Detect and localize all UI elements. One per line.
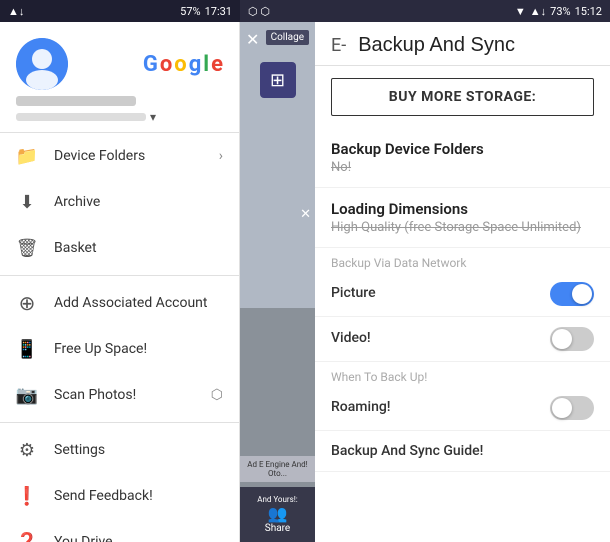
nav-item-archive[interactable]: ⬇ Archive (0, 179, 239, 225)
profile-name-area: ▾ (16, 96, 223, 124)
profile-name-bar (16, 96, 136, 106)
picture-label: Picture (331, 285, 376, 301)
right-nav-icons: ⬡ ⬡ (248, 5, 270, 18)
right-status-right: ▼ ▲↓ 73% 15:12 (515, 5, 602, 18)
add-account-icon: ⊕ (16, 292, 38, 314)
trash-icon: 🗑 (16, 237, 38, 259)
profile-email-row: ▾ (16, 110, 223, 124)
sidebar: G o o g l e ▾ (0, 22, 240, 542)
right-battery: 73% (550, 5, 570, 18)
share-label: Share (265, 523, 290, 534)
signal-icon: ▲↓ (8, 5, 24, 18)
ad-area: Ad E Engine And! Oto... (240, 456, 315, 482)
settings-icon: ⚙ (16, 439, 38, 461)
right-header: E- Backup And Sync (315, 22, 610, 66)
folder-icon: 📁 (16, 145, 38, 167)
archive-icon: ⬇ (16, 191, 38, 213)
nav-label-feedback: Send Feedback! (54, 488, 153, 504)
nav-divider-1 (0, 275, 239, 276)
nav-label-device-folders: Device Folders (54, 148, 145, 164)
nav-label-add-account: Add Associated Account (54, 295, 208, 311)
share-icon: 👥 (268, 504, 288, 523)
nav-label-drive: You Drive (54, 534, 113, 542)
google-logo: G o o g l e (143, 52, 223, 77)
avatar (16, 38, 68, 90)
share-preview-text: And Yours!: (257, 495, 298, 504)
phone-icon: 📱 (16, 338, 38, 360)
backup-via-network-header: Backup Via Data Network (315, 248, 610, 272)
right-panel: E- Backup And Sync BUY MORE STORAGE: Bac… (315, 22, 610, 542)
backup-device-section: Backup Device Folders No! (315, 128, 610, 188)
right-signal-icon: ▲↓ (530, 5, 546, 18)
picture-row: Picture (315, 272, 610, 317)
grid-icon: ⊞ (270, 70, 285, 91)
nav-item-basket[interactable]: 🗑 Basket (0, 225, 239, 271)
share-area: And Yours!: 👥 Share (240, 487, 315, 542)
nav-label-archive: Archive (54, 194, 100, 210)
right-panel-title: Backup And Sync (358, 34, 515, 57)
loading-dimensions-title: Loading Dimensions (331, 200, 594, 218)
buy-storage-button[interactable]: BUY MORE STORAGE: (331, 78, 594, 116)
left-time: 17:31 (205, 5, 232, 18)
ad-text: Ad E Engine And! Oto... (247, 460, 308, 478)
nav-item-scan-photos[interactable]: 📷 Scan Photos! ⬡ (0, 372, 239, 418)
left-status-left: ▲↓ (8, 5, 24, 18)
profile-area: G o o g l e ▾ (0, 22, 239, 133)
close-button-bottom[interactable]: ✕ (300, 207, 311, 222)
nav-label-settings: Settings (54, 442, 105, 458)
right-time: 15:12 (575, 5, 602, 18)
video-toggle-knob (552, 329, 572, 349)
collage-icon-box: ⊞ (260, 62, 296, 98)
left-battery: 57% (180, 5, 200, 18)
roaming-toggle-knob (552, 398, 572, 418)
loading-dimensions-value: High Quality (free Storage Space Unlimit… (331, 220, 594, 235)
nav-item-device-folders[interactable]: 📁 Device Folders › (0, 133, 239, 179)
center-panel: ⊞ ✕ Collage Ad E Engine And! Oto... ✕ An… (240, 22, 315, 542)
chevron-right-icon-folders: › (219, 148, 223, 164)
roaming-row: Roaming! (315, 386, 610, 431)
when-to-backup-header: When To Back Up! (315, 362, 610, 386)
help-icon: ❓ (16, 531, 38, 542)
video-row: Video! (315, 317, 610, 362)
profile-email-bar (16, 113, 146, 121)
nav-item-drive[interactable]: ❓ You Drive (0, 519, 239, 542)
collage-label: Collage (266, 30, 309, 45)
backup-guide-link[interactable]: Backup And Sync Guide! (315, 431, 610, 472)
video-toggle[interactable] (550, 327, 594, 351)
back-button[interactable]: E- (331, 35, 346, 56)
video-label: Video! (331, 330, 371, 346)
right-wifi-icon: ▼ (515, 5, 526, 18)
picture-toggle-knob (572, 284, 592, 304)
camera-icon: 📷 (16, 384, 38, 406)
nav-label-scan-photos: Scan Photos! (54, 387, 136, 403)
close-button-center[interactable]: ✕ (246, 30, 259, 49)
right-status-left: ⬡ ⬡ (248, 5, 270, 18)
roaming-label: Roaming! (331, 399, 391, 415)
external-link-icon: ⬡ (211, 387, 223, 403)
nav-item-free-space[interactable]: 📱 Free Up Space! (0, 326, 239, 372)
nav-item-add-account[interactable]: ⊕ Add Associated Account (0, 280, 239, 326)
nav-label-free-space: Free Up Space! (54, 341, 147, 357)
feedback-icon: ❗ (16, 485, 38, 507)
backup-device-title: Backup Device Folders (331, 140, 594, 158)
profile-dropdown-icon[interactable]: ▾ (150, 110, 156, 124)
nav-item-feedback[interactable]: ❗ Send Feedback! (0, 473, 239, 519)
picture-toggle[interactable] (550, 282, 594, 306)
nav-items: 📁 Device Folders › ⬇ Archive 🗑 Basket ⊕ … (0, 133, 239, 542)
backup-device-value: No! (331, 160, 594, 175)
loading-dimensions-section: Loading Dimensions High Quality (free St… (315, 188, 610, 248)
nav-item-settings[interactable]: ⚙ Settings (0, 427, 239, 473)
left-status-right: 57% 17:31 (180, 5, 232, 18)
nav-divider-2 (0, 422, 239, 423)
roaming-toggle[interactable] (550, 396, 594, 420)
nav-label-basket: Basket (54, 240, 97, 256)
